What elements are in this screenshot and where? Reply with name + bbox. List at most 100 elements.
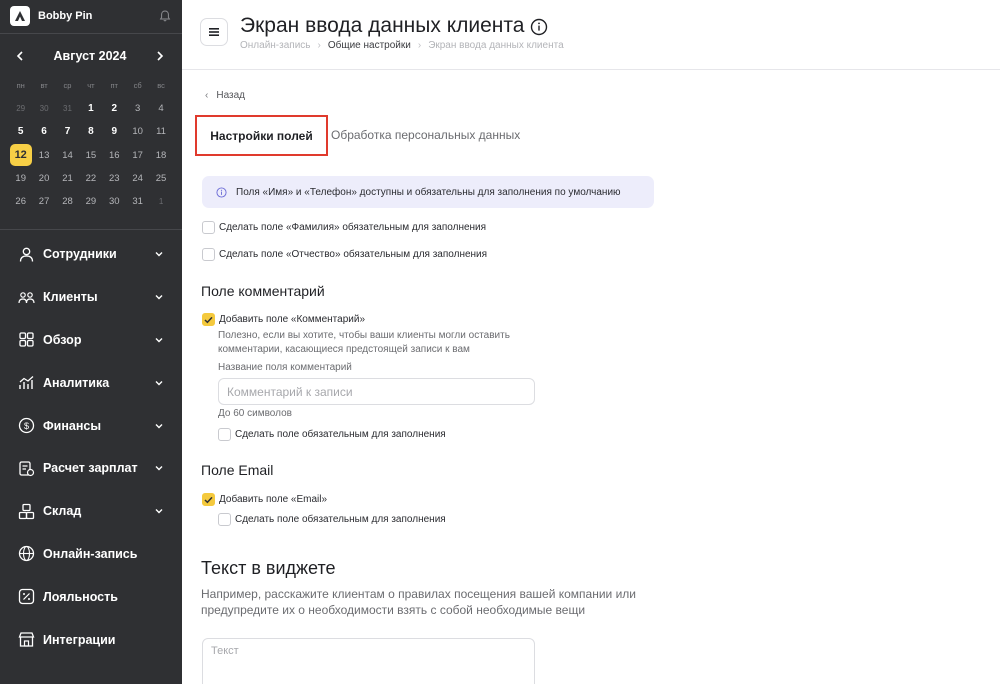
calendar-day[interactable]: 31 — [126, 190, 149, 213]
breadcrumb-general-settings[interactable]: Общие настройки — [328, 40, 411, 51]
prev-month-button[interactable] — [10, 46, 30, 66]
calendar-day[interactable]: 6 — [32, 120, 55, 143]
comment-required-checkbox[interactable] — [218, 428, 231, 441]
calendar-day[interactable]: 13 — [32, 144, 55, 167]
calendar-weekday: вт — [40, 81, 48, 91]
breadcrumb-online-booking[interactable]: Онлайн-запись — [240, 40, 311, 51]
sidebar-nav: Сотрудники Клиенты Обзор Аналитика $ Финансы Р… — [0, 233, 182, 661]
comment-name-input[interactable] — [218, 378, 535, 405]
calendar-day[interactable]: 17 — [126, 144, 149, 167]
sidebar-item-warehouse[interactable]: Склад — [0, 490, 182, 533]
calendar-day[interactable]: 1 — [149, 190, 172, 213]
store-icon — [18, 632, 35, 647]
calendar-day[interactable]: 10 — [126, 120, 149, 143]
calendar-day[interactable]: 15 — [79, 144, 102, 167]
chevron-left-icon — [16, 51, 23, 61]
tab-personal-data[interactable]: Обработка персональных данных — [331, 128, 520, 142]
calendar-day[interactable]: 5 — [9, 120, 32, 143]
back-link[interactable]: ‹ Назад — [205, 90, 245, 101]
bell-icon[interactable] — [158, 9, 172, 23]
calendar-day[interactable]: 26 — [9, 190, 32, 213]
calendar-day[interactable]: 27 — [32, 190, 55, 213]
calendar-day-selected[interactable]: 12 — [9, 144, 32, 167]
calendar-day[interactable]: 31 — [56, 97, 79, 120]
hamburger-icon — [209, 28, 219, 36]
comment-hint: Полезно, если вы хотите, чтобы ваши клие… — [218, 330, 510, 355]
sidebar-item-employees[interactable]: Сотрудники — [0, 233, 182, 276]
sidebar-item-online-booking[interactable]: Онлайн-запись — [0, 533, 182, 576]
sidebar-item-loyalty[interactable]: Лояльность — [0, 575, 182, 618]
calendar-day[interactable]: 2 — [103, 97, 126, 120]
widget-section-title: Текст в виджете — [201, 558, 336, 578]
add-comment-checkbox[interactable] — [202, 313, 215, 326]
calendar-day[interactable]: 9 — [103, 120, 126, 143]
email-required-checkbox[interactable] — [218, 513, 231, 526]
calendar-day[interactable]: 30 — [103, 190, 126, 213]
calendar-day[interactable]: 21 — [56, 167, 79, 190]
globe-icon — [18, 546, 35, 562]
sidebar-item-overview[interactable]: Обзор — [0, 319, 182, 362]
breadcrumb-separator: › — [417, 40, 422, 51]
calendar-weekday: сб — [133, 81, 142, 91]
brand-name: Bobby Pin — [38, 10, 93, 22]
surname-required-checkbox[interactable] — [202, 221, 215, 234]
chevron-down-icon — [155, 337, 163, 343]
calendar-day[interactable]: 16 — [103, 144, 126, 167]
add-comment-option[interactable]: Добавить поле «Комментарий» — [202, 313, 365, 326]
sidebar-item-label: Лояльность — [43, 589, 118, 604]
calendar-day[interactable]: 24 — [126, 167, 149, 190]
info-icon[interactable] — [530, 18, 548, 36]
calendar-day[interactable]: 1 — [79, 97, 102, 120]
comment-required-option[interactable]: Сделать поле обязательным для заполнения — [218, 428, 446, 441]
tab-field-settings[interactable]: Настройки полей — [195, 115, 328, 156]
calendar-day[interactable]: 8 — [79, 120, 102, 143]
add-comment-label: Добавить поле «Комментарий» — [219, 314, 366, 325]
calendar-day[interactable]: 23 — [103, 167, 126, 190]
calendar-day[interactable]: 25 — [149, 167, 172, 190]
email-required-option[interactable]: Сделать поле обязательным для заполнения — [218, 513, 446, 526]
svg-text:$: $ — [24, 421, 29, 431]
sidebar-item-finance[interactable]: $ Финансы — [0, 404, 182, 447]
calendar-day[interactable]: 7 — [56, 120, 79, 143]
calendar-day[interactable]: 11 — [149, 120, 172, 143]
sidebar-item-payroll[interactable]: Расчет зарплат — [0, 447, 182, 490]
patronymic-required-option[interactable]: Сделать поле «Отчество» обязательным для… — [202, 248, 487, 261]
payroll-icon — [19, 461, 35, 476]
calendar-day[interactable]: 20 — [32, 167, 55, 190]
calendar-day[interactable]: 3 — [126, 97, 149, 120]
chevron-down-icon — [155, 380, 163, 386]
brand[interactable]: Bobby Pin — [10, 6, 172, 26]
calendar-day[interactable]: 19 — [9, 167, 32, 190]
dollar-icon: $ — [18, 417, 35, 434]
calendar-day[interactable]: 22 — [79, 167, 102, 190]
sidebar-item-label: Сотрудники — [43, 247, 117, 262]
calendar-day[interactable]: 4 — [149, 97, 172, 120]
breadcrumb: Онлайн-запись › Общие настройки › Экран … — [240, 40, 564, 51]
sidebar-item-integrations[interactable]: Интеграции — [0, 618, 182, 661]
calendar-day[interactable]: 29 — [79, 190, 102, 213]
sidebar-item-analytics[interactable]: Аналитика — [0, 361, 182, 404]
calendar-day[interactable]: 14 — [56, 144, 79, 167]
notice-text: Поля «Имя» и «Телефон» доступны и обязат… — [236, 186, 621, 198]
patronymic-required-checkbox[interactable] — [202, 248, 215, 261]
sidebar-item-label: Клиенты — [43, 290, 98, 305]
chevron-down-icon — [155, 295, 163, 300]
calendar-day[interactable]: 28 — [56, 190, 79, 213]
menu-button[interactable] — [200, 18, 228, 46]
checkmark-icon — [204, 316, 213, 323]
back-label: Назад — [216, 90, 245, 101]
sidebar-item-clients[interactable]: Клиенты — [0, 276, 182, 319]
divider — [0, 33, 182, 34]
email-section-title: Поле Email — [201, 462, 274, 478]
add-email-checkbox[interactable] — [202, 493, 215, 506]
surname-required-option[interactable]: Сделать поле «Фамилия» обязательным для … — [202, 221, 486, 234]
sidebar-item-label: Обзор — [43, 332, 82, 347]
calendar-day[interactable]: 30 — [32, 97, 55, 120]
next-month-button[interactable] — [150, 46, 170, 66]
add-email-option[interactable]: Добавить поле «Email» — [202, 493, 327, 506]
calendar-day[interactable]: 29 — [9, 97, 32, 120]
chevron-down-icon — [155, 509, 163, 514]
widget-text-input[interactable] — [202, 638, 535, 684]
calendar-day[interactable]: 18 — [149, 144, 172, 167]
chevron-down-icon — [155, 252, 163, 257]
